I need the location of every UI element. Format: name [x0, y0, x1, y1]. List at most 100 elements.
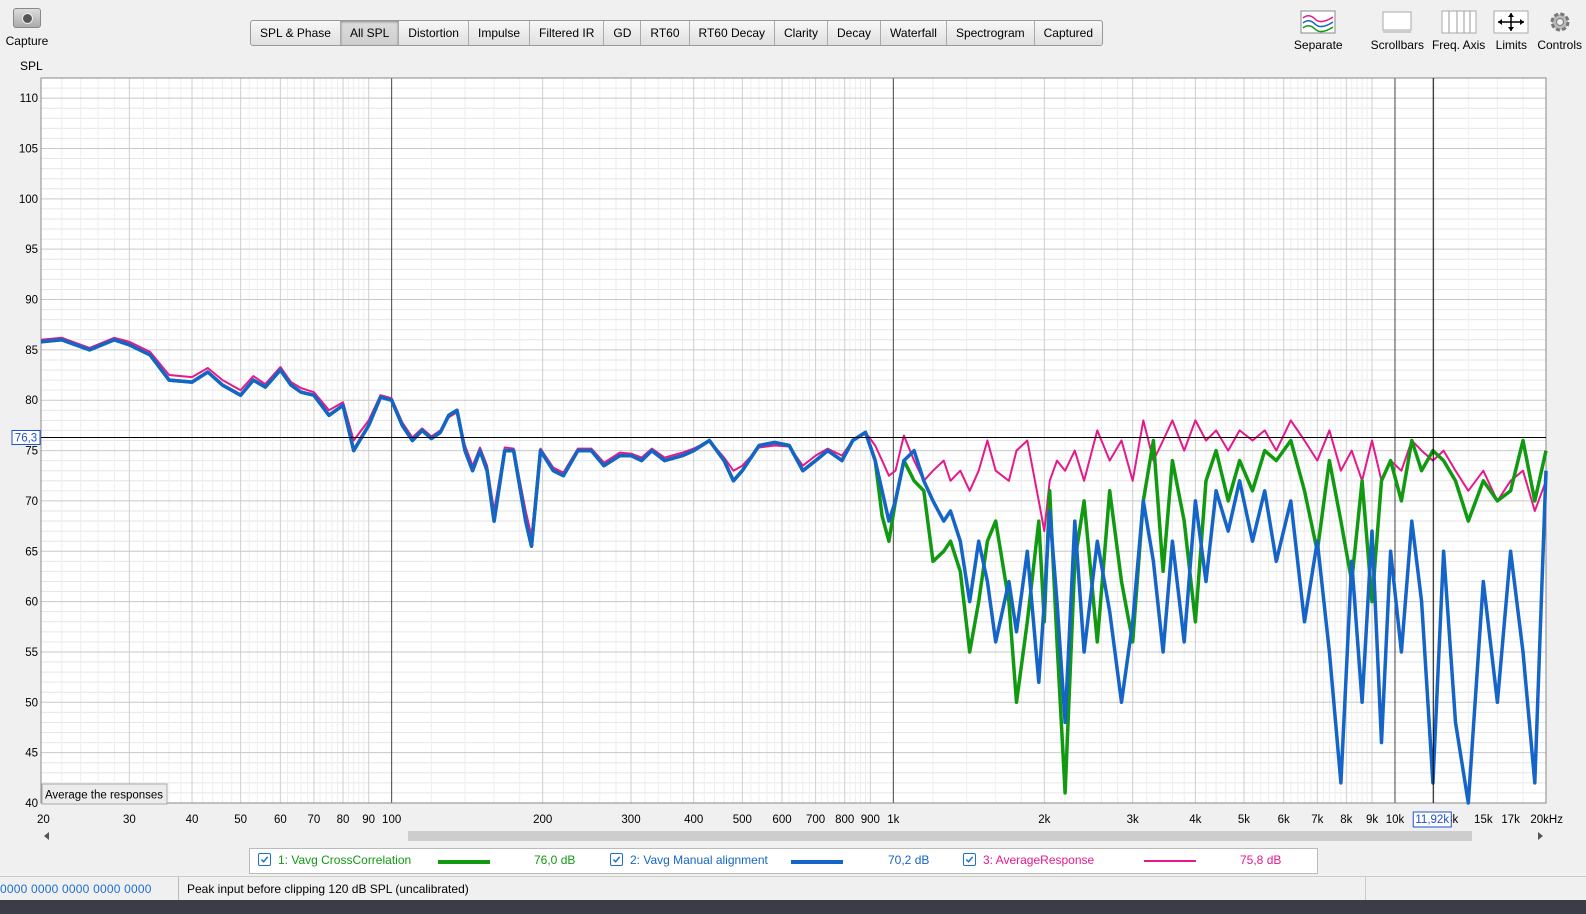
scroll-right-icon[interactable]	[1538, 832, 1543, 840]
y-tick-label: 85	[25, 345, 38, 357]
y-tick-label: 70	[25, 496, 38, 508]
legend-value-2: 70,2 dB	[888, 853, 930, 867]
legend-checkbox-1[interactable]	[258, 853, 277, 866]
tab-waterfall[interactable]: Waterfall	[881, 21, 947, 45]
taskbar-strip	[0, 900, 1586, 914]
legend-checkbox-3[interactable]	[963, 853, 982, 866]
checkbox-icon	[258, 853, 271, 866]
x-tick-label: 50	[234, 814, 247, 826]
y-tick-label: 80	[25, 395, 38, 407]
x-tick-label: 40	[186, 814, 199, 826]
x-tick-label: 300	[621, 814, 640, 826]
x-tick-label: 1k	[887, 814, 899, 826]
capture-label: Capture	[5, 34, 49, 48]
x-tick-label: 6k	[1278, 814, 1290, 826]
separate-button[interactable]: Separate	[1294, 8, 1343, 52]
y-tick-label: 100	[19, 194, 38, 206]
scrollbars-button[interactable]: Scrollbars	[1371, 8, 1424, 52]
cursor-freq-label: 11,92k	[1415, 814, 1449, 826]
horizontal-scrollbar[interactable]	[44, 830, 1543, 842]
x-tick-label: 3k	[1127, 814, 1139, 826]
x-tick-label: 200	[533, 814, 552, 826]
y-tick-label: 55	[25, 647, 38, 659]
controls-button[interactable]: Controls	[1537, 8, 1582, 52]
checkbox-icon	[610, 853, 623, 866]
x-tick-label: 17k	[1501, 814, 1520, 826]
tab-captured[interactable]: Captured	[1035, 21, 1102, 45]
tab-rt60-decay[interactable]: RT60 Decay	[690, 21, 775, 45]
tab-impulse[interactable]: Impulse	[469, 21, 531, 45]
x-tick-label: 2k	[1038, 814, 1050, 826]
average-responses-label: Average the responses	[45, 790, 163, 802]
scrollbars-label: Scrollbars	[1370, 38, 1424, 52]
right-tools: Separate Scrollbars Freq. Axis Limits Co…	[1282, 8, 1582, 52]
y-tick-label: 45	[25, 748, 38, 760]
tab-decay[interactable]: Decay	[828, 21, 882, 45]
tab-spectrogram[interactable]: Spectrogram	[947, 21, 1035, 45]
toolbar: Capture SPL SPL & Phase All SPL Distortion…	[0, 0, 1586, 76]
camera-icon	[13, 8, 41, 28]
tab-gd[interactable]: GD	[604, 21, 642, 45]
x-tick-label: 7k	[1311, 814, 1323, 826]
y-tick-label: 65	[25, 546, 38, 558]
x-tick-label: 9k	[1366, 814, 1378, 826]
status-bar: 0000 0000 0000 0000 0000 Peak input befo…	[0, 876, 1586, 901]
y-tick-label: 95	[25, 244, 38, 256]
y-tick-label: 105	[19, 143, 38, 155]
legend-label-3: 3: AverageResponse	[983, 853, 1095, 867]
x-tick-label: 600	[772, 814, 791, 826]
x-tick-label: 90	[362, 814, 375, 826]
gear-icon	[1537, 8, 1582, 36]
x-tick-label: 400	[684, 814, 703, 826]
freq-axis-label: Freq. Axis	[1431, 38, 1486, 52]
y-tick-label: 60	[25, 597, 38, 609]
x-tick-label: 70	[308, 814, 321, 826]
cursor-level-label: 76,3	[15, 432, 37, 444]
y-tick-label: 40	[25, 798, 38, 810]
legend-swatch-2	[791, 860, 843, 864]
x-tick-label: 10k	[1386, 814, 1405, 826]
scroll-left-icon[interactable]	[44, 832, 49, 840]
tab-bar: SPL & Phase All SPL Distortion Impulse Filte…	[250, 20, 1104, 46]
tab-spl-phase[interactable]: SPL & Phase	[251, 21, 341, 45]
tab-rt60[interactable]: RT60	[641, 21, 690, 45]
limits-button[interactable]: Limits	[1493, 8, 1529, 52]
x-tick-label: 700	[806, 814, 825, 826]
tab-filtered-ir[interactable]: Filtered IR	[530, 21, 605, 45]
legend-value-1: 76,0 dB	[534, 853, 576, 867]
tab-distortion[interactable]: Distortion	[399, 21, 469, 45]
legend: 1: Vavg CrossCorrelation 76,0 dB 2: Vavg M…	[249, 848, 1318, 874]
limits-label: Limits	[1495, 38, 1527, 52]
x-tick-label: 8k	[1340, 814, 1352, 826]
freq-axis-button[interactable]: Freq. Axis	[1432, 8, 1485, 52]
separate-icon	[1294, 8, 1343, 36]
x-tick-label: 60	[274, 814, 287, 826]
x-tick-label: 800	[835, 814, 854, 826]
limits-icon	[1493, 8, 1529, 36]
scrollbar-thumb[interactable]	[408, 831, 1472, 841]
x-tick-label: 20	[37, 814, 50, 826]
x-tick-label: 80	[337, 814, 350, 826]
x-tick-label: 500	[733, 814, 752, 826]
freq-axis-icon	[1432, 8, 1485, 36]
x-tick-label: 5k	[1238, 814, 1250, 826]
capture-button[interactable]: Capture	[4, 8, 50, 48]
legend-label-1: 1: Vavg CrossCorrelation	[278, 853, 412, 867]
x-tick-label: 30	[123, 814, 136, 826]
x-tick-label: 15k	[1474, 814, 1493, 826]
tab-all-spl[interactable]: All SPL	[340, 21, 400, 45]
x-axis: 20 30 40 50 60 70 80 90 100 200 300 400 500 600 700 800…	[37, 814, 1563, 826]
checkbox-icon	[963, 853, 976, 866]
legend-swatch-3	[1144, 860, 1196, 862]
legend-swatch-1	[438, 860, 490, 864]
average-responses-button[interactable]: Average the responses	[41, 783, 168, 805]
y-tick-label: 50	[25, 697, 38, 709]
x-tick-label: 900	[861, 814, 880, 826]
tab-clarity[interactable]: Clarity	[775, 21, 829, 45]
spl-chart[interactable]: 110 105 100 95 90 85 80 75 70 65 60 55 50 45 40 20 30 40…	[0, 74, 1586, 846]
legend-checkbox-2[interactable]	[610, 853, 629, 866]
y-tick-label: 75	[25, 446, 38, 458]
y-axis: 110 105 100 95 90 85 80 75 70 65 60 55 50 45 40	[19, 93, 38, 810]
controls-label: Controls	[1537, 38, 1582, 52]
y-axis-title: SPL	[20, 59, 43, 73]
